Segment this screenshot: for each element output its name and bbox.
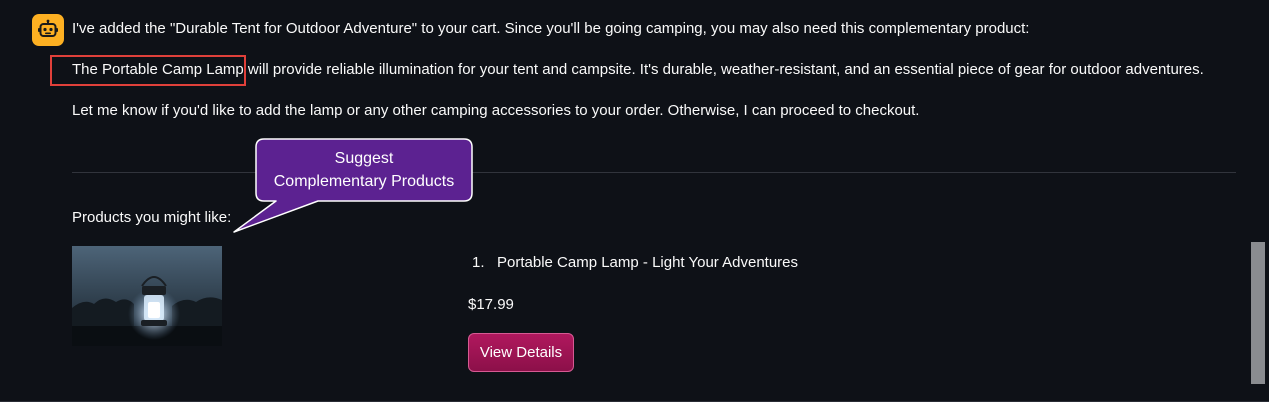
camp-lamp-photo [72,246,222,346]
scrollbar-thumb[interactable] [1251,242,1265,384]
product-list-item[interactable]: 1. Portable Camp Lamp - Light Your Advent… [472,253,798,273]
highlight-box [50,55,246,86]
message-line-2-rest: will provide reliable illumination for y… [243,61,1204,78]
chat-page: I've added the "Durable Tent for Outdoor… [0,0,1269,402]
divider [72,172,1236,173]
product-name: Portable Camp Lamp - Light Your Adventur… [497,254,799,271]
product-image [72,246,222,346]
product-number: 1. [472,254,485,271]
products-heading: Products you might like: [72,209,232,226]
annotation-label: Suggest Complementary Products [256,138,472,202]
assistant-message-line-1: I've added the "Durable Tent for Outdoor… [72,20,1030,37]
product-price: $17.99 [468,296,514,313]
annotation-line-1: Suggest [334,150,394,167]
annotation-line-2: Complementary Products [273,173,455,190]
assistant-avatar [32,14,64,46]
robot-icon [38,19,58,37]
view-details-button[interactable]: View Details [468,333,574,372]
assistant-message-line-3: Let me know if you'd like to add the lam… [72,102,920,119]
